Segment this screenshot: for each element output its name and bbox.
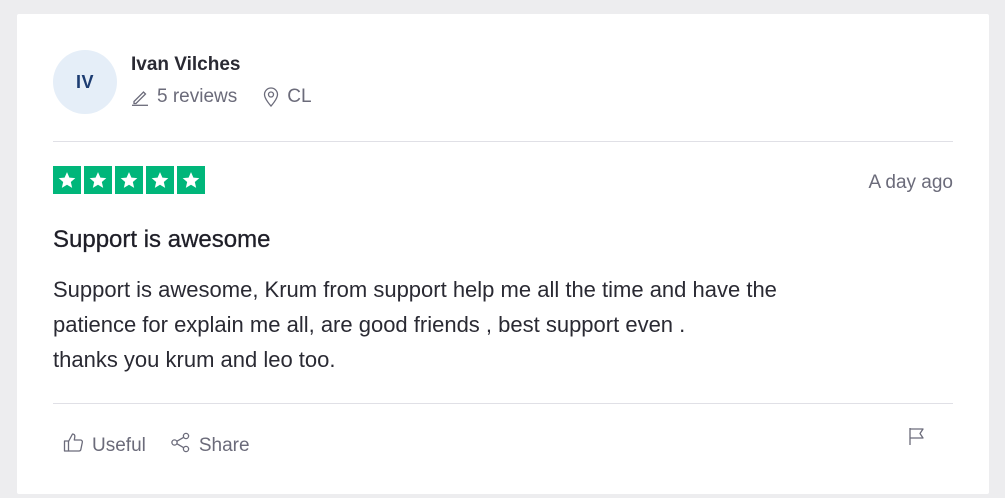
location-pin-icon xyxy=(263,87,279,107)
useful-button[interactable]: Useful xyxy=(63,432,146,459)
reviewer-location: CL xyxy=(263,86,312,108)
reviewer-info: Ivan Vilches 5 reviews CL xyxy=(131,53,312,108)
flag-icon xyxy=(907,428,927,450)
reviewer-country: CL xyxy=(287,86,312,107)
star-icon xyxy=(177,166,205,194)
avatar[interactable]: IV xyxy=(53,50,117,114)
reviewer-name[interactable]: Ivan Vilches xyxy=(131,53,312,77)
review-body: Support is awesome, Krum from support he… xyxy=(53,272,933,377)
review-body-line: thanks you krum and leo too. xyxy=(53,347,336,372)
review-date: A day ago xyxy=(868,172,953,193)
review-card: IV Ivan Vilches 5 reviews CL A day ago S… xyxy=(17,14,989,494)
header-divider xyxy=(53,141,953,142)
review-body-line: Support is awesome, Krum from support he… xyxy=(53,277,777,302)
review-actions: Useful Share xyxy=(63,432,250,459)
useful-label: Useful xyxy=(92,434,146,456)
reviews-count: 5 reviews xyxy=(131,86,237,108)
share-button[interactable]: Share xyxy=(170,432,250,459)
reviewer-meta: 5 reviews CL xyxy=(131,86,312,108)
star-icon xyxy=(53,166,81,194)
star-icon xyxy=(146,166,174,194)
reviewer-header: IV Ivan Vilches 5 reviews CL xyxy=(53,50,312,114)
share-label: Share xyxy=(198,434,250,456)
thumbs-up-icon xyxy=(63,432,84,459)
star-icon xyxy=(84,166,112,194)
review-body-line: patience for explain me all, are good fr… xyxy=(53,312,686,337)
share-icon xyxy=(170,432,191,459)
footer-divider xyxy=(53,403,953,404)
star-icon xyxy=(115,166,143,194)
review-title[interactable]: Support is awesome xyxy=(53,226,271,254)
reviews-count-text: 5 reviews xyxy=(157,86,238,107)
star-rating xyxy=(53,166,205,194)
pencil-icon xyxy=(131,88,149,106)
report-flag-button[interactable] xyxy=(907,426,927,451)
